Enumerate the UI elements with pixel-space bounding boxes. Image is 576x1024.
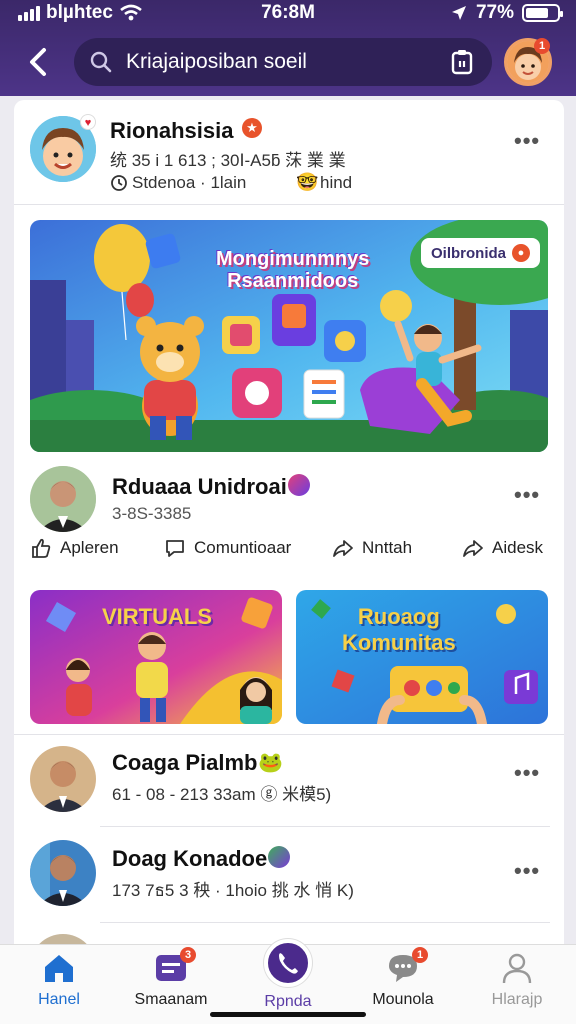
author-avatar[interactable] (30, 840, 96, 906)
nav-item-messages[interactable]: 1 Mounola (348, 947, 458, 1009)
nav-item-profile[interactable]: Hlarajp (462, 951, 572, 1009)
list-item-meta: 61 - 08 - 213 33am ⓖ 米模5) (112, 785, 332, 804)
post-subline: 3-8S-3385 (112, 504, 192, 523)
divider (14, 734, 564, 735)
search-bar[interactable]: Kriajaiposiban soeil (74, 38, 492, 86)
chat-badge: 3 (180, 947, 196, 963)
author-avatar[interactable] (30, 466, 96, 532)
virtuals-tile[interactable]: VIRTUALS (30, 590, 282, 724)
emoji-badge-icon (288, 474, 310, 496)
messages-badge: 1 (412, 947, 428, 963)
search-icon (90, 51, 112, 73)
back-arrow-icon[interactable] (24, 44, 56, 80)
home-icon (42, 951, 76, 985)
like-icon (32, 538, 51, 558)
profile-icon (500, 951, 534, 985)
more-options-icon[interactable]: ••• (514, 482, 540, 508)
forward-icon (463, 540, 483, 557)
divider (100, 826, 550, 827)
feed-card: ♥ Rionahsisia ★ 统 35 i 1 613 ; 30Ⅰ-A5ƃ 莯… (14, 100, 564, 1000)
share-button[interactable]: Nnttah (332, 537, 412, 559)
phone-icon (264, 939, 312, 987)
comment-button[interactable]: Comuntioaar (164, 537, 291, 559)
search-input[interactable]: Kriajaiposiban soeil (126, 50, 307, 74)
tile-title: Ruoaog Komunitas (342, 604, 456, 655)
divider (14, 204, 564, 205)
battery-percent: 77% (475, 2, 514, 23)
list-item-meta: 173 7ธ5 3 秧 · 1hoio 挑 水 悄 K) (112, 881, 354, 900)
app-header: blµhtec 76:8M 77% Kriajaiposiban soeil 1 (0, 0, 576, 96)
flame-icon: ● (512, 244, 530, 262)
more-options-icon[interactable]: ••• (514, 128, 540, 154)
banner-title: Mongimunmnys Rsaanmidoos (216, 248, 370, 292)
list-item-name: Doag Konadoe (112, 846, 268, 871)
tag-emoji-icon: 🤓 (296, 172, 319, 192)
divider (100, 922, 550, 923)
comment-icon (166, 540, 184, 557)
post-subline: 统 35 i 1 613 ; 30Ⅰ-A5ƃ 莯 業 業 (110, 151, 346, 170)
post-status: Stdenoa · 1lain (132, 173, 247, 192)
message-icon: 1 (386, 947, 428, 985)
heart-badge-icon: ♥ (80, 114, 96, 130)
post-author-name[interactable]: Rduaaa Unidroai (112, 474, 287, 500)
post-actions: Apleren Comuntioaar Nnttah Aidesk (14, 537, 564, 565)
list-item-name: Coaga Pialmb (112, 750, 258, 775)
location-icon (451, 6, 466, 20)
nav-item-call[interactable]: Rpnda (233, 939, 343, 1011)
share-icon (333, 540, 353, 557)
nav-item-home[interactable]: Hanel (4, 951, 114, 1009)
like-button[interactable]: Apleren (30, 537, 119, 559)
forward-button[interactable]: Aidesk (462, 537, 543, 559)
verified-icon: ★ (242, 118, 262, 138)
emoji-badge-icon (268, 846, 290, 868)
post-banner-image[interactable]: Mongimunmnys Rsaanmidoos Oilbronida ● (30, 220, 548, 452)
clipboard-icon[interactable] (448, 48, 476, 76)
notification-badge: 1 (534, 38, 550, 54)
more-options-icon[interactable]: ••• (514, 760, 540, 786)
battery-icon (522, 4, 563, 22)
clock-icon (111, 175, 127, 191)
author-avatar[interactable] (30, 746, 96, 812)
post-tag[interactable]: hind (320, 173, 352, 193)
status-bar: blµhtec 76:8M 77% (0, 0, 576, 28)
komunitas-tile[interactable]: Ruoaog Komunitas (296, 590, 548, 724)
tile-title: VIRTUALS (102, 604, 212, 629)
frog-emoji-icon: 🐸 (258, 752, 283, 774)
more-options-icon[interactable]: ••• (514, 858, 540, 884)
chat-icon: 3 (154, 947, 196, 985)
home-indicator (210, 1012, 366, 1017)
banner-tag[interactable]: Oilbronida ● (421, 238, 540, 268)
nav-item-chat[interactable]: 3 Smaanam (116, 947, 226, 1009)
post-author-name[interactable]: Rionahsisia (110, 118, 233, 144)
